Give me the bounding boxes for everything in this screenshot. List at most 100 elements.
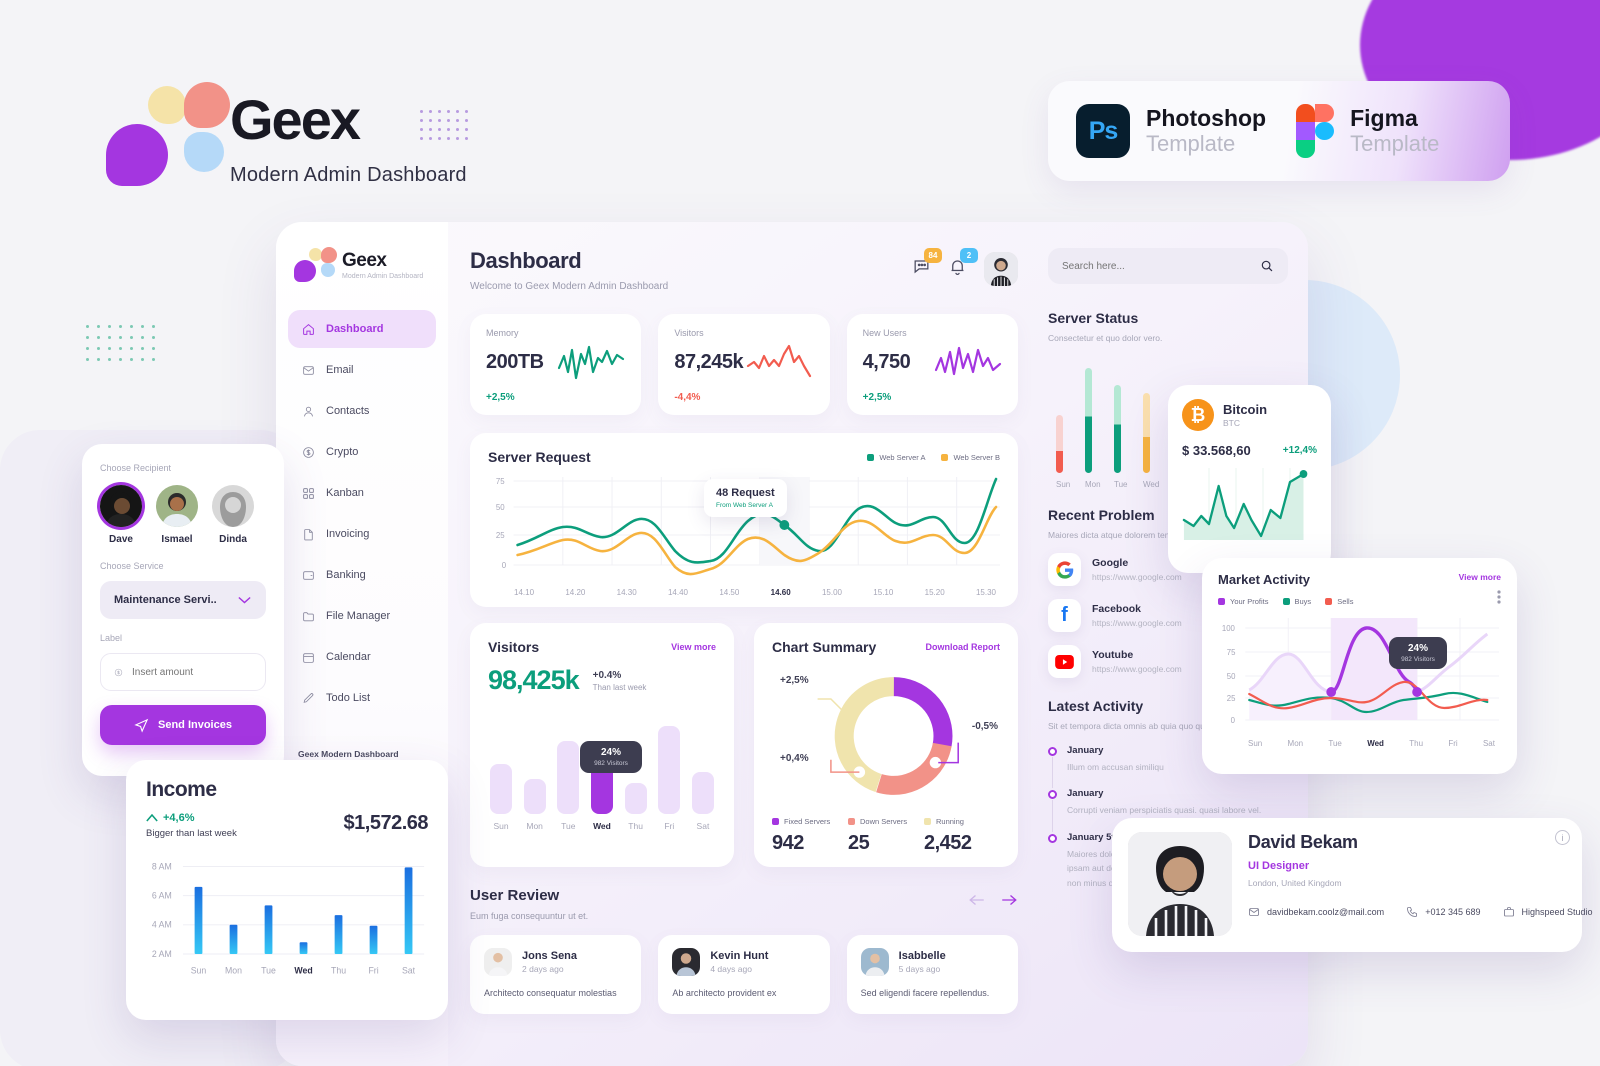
photoshop-template-item[interactable]: Ps Photoshop Template bbox=[1076, 104, 1266, 158]
bar-tue[interactable] bbox=[557, 741, 580, 814]
status-bar-tue[interactable] bbox=[1114, 385, 1121, 473]
server-request-legend: Web Server A Web Server B bbox=[867, 453, 1000, 462]
avatar-image bbox=[984, 252, 1018, 286]
status-bar-wed[interactable] bbox=[1143, 393, 1150, 473]
bar-fri[interactable] bbox=[658, 725, 681, 814]
sidebar-item-crypto[interactable]: Crypto bbox=[288, 433, 436, 471]
page-header: Dashboard Welcome to Geex Modern Admin D… bbox=[470, 248, 1018, 292]
tooltip-percent: 24% bbox=[600, 747, 621, 758]
prev-arrow-icon[interactable] bbox=[968, 893, 986, 907]
sidebar-item-calendar[interactable]: Calendar bbox=[288, 638, 436, 676]
amount-field[interactable] bbox=[100, 653, 266, 691]
stat-card-visitors[interactable]: Visitors 87,245k -4,4% bbox=[658, 314, 830, 415]
recipient-dinda[interactable]: Dinda bbox=[212, 485, 254, 545]
amount-input[interactable] bbox=[132, 666, 252, 678]
review-card[interactable]: Isabbelle 5 days ago Sed eligendi facere… bbox=[846, 935, 1018, 1014]
activity-item[interactable]: January Corrupti veniam perspiciatis qua… bbox=[1048, 788, 1288, 832]
review-avatar bbox=[672, 948, 701, 976]
search-icon[interactable] bbox=[1260, 259, 1274, 273]
income-note: Bigger than last week bbox=[146, 828, 237, 839]
next-arrow-icon[interactable] bbox=[1000, 893, 1018, 907]
sidebar-item-contacts[interactable]: Contacts bbox=[288, 392, 436, 430]
bitcoin-sparkline bbox=[1182, 468, 1308, 540]
recipient-dave[interactable]: Dave bbox=[100, 485, 142, 545]
status-bar-mon[interactable] bbox=[1085, 368, 1092, 473]
svg-text:75: 75 bbox=[1227, 648, 1236, 657]
review-body: Ab architecto provident ex bbox=[672, 988, 777, 998]
legend-item: Buys bbox=[1282, 597, 1311, 606]
phone-icon bbox=[1407, 907, 1418, 917]
figma-icon bbox=[1296, 104, 1335, 158]
sidebar-item-kanban[interactable]: Kanban bbox=[288, 474, 436, 512]
mail-icon bbox=[1249, 908, 1259, 916]
trend-up-icon bbox=[146, 814, 158, 822]
timeline-line bbox=[1052, 757, 1053, 789]
bar-sat[interactable] bbox=[691, 771, 714, 814]
sidebar-brand-name: Geex bbox=[342, 249, 387, 271]
recipient-ismael[interactable]: Ismael bbox=[156, 485, 198, 545]
income-amount: $1,572.68 bbox=[343, 812, 429, 834]
profile-image bbox=[1128, 832, 1232, 936]
market-tooltip: 24% 982 Visitors bbox=[1389, 637, 1447, 669]
x-tick: Sun bbox=[493, 821, 509, 831]
review-card[interactable]: Kevin Hunt 4 days ago Ab architecto prov… bbox=[658, 935, 830, 1014]
market-view-more-link[interactable]: View more bbox=[1459, 572, 1501, 582]
review-card[interactable]: Jons Sena 2 days ago Architecto consequa… bbox=[470, 935, 642, 1014]
sidebar-item-label: Contacts bbox=[326, 405, 370, 417]
profile-email[interactable]: davidbekam.coolz@mail.com bbox=[1248, 906, 1384, 918]
recipient-list: Dave Ismael Dinda bbox=[100, 485, 266, 545]
figma-subtitle: Template bbox=[1350, 131, 1440, 157]
svg-text:75: 75 bbox=[496, 477, 505, 486]
sidebar-item-todo-list[interactable]: Todo List bbox=[288, 679, 436, 717]
stat-card-new-users[interactable]: New Users 4,750 +2,5% bbox=[846, 314, 1018, 415]
info-icon[interactable]: i bbox=[1555, 830, 1570, 845]
bar-sun[interactable] bbox=[490, 764, 512, 814]
sidebar-item-label: Email bbox=[326, 364, 354, 376]
status-bar-sun[interactable] bbox=[1056, 415, 1063, 473]
svg-text:Fri: Fri bbox=[368, 965, 378, 975]
annotation-running: +2,5% bbox=[780, 675, 809, 686]
sidebar-item-email[interactable]: Email bbox=[288, 351, 436, 389]
figma-template-item[interactable]: Figma Template bbox=[1296, 104, 1439, 158]
send-invoices-button[interactable]: Send Invoices bbox=[100, 705, 266, 745]
svg-text:100: 100 bbox=[1222, 624, 1236, 633]
notifications-badge: 2 bbox=[960, 248, 978, 263]
timeline-dot-icon bbox=[1048, 747, 1057, 756]
template-format-bar: Ps Photoshop Template Figma Template bbox=[1048, 81, 1510, 181]
sidebar-item-label: Dashboard bbox=[326, 323, 384, 335]
bar-thu[interactable] bbox=[624, 783, 647, 814]
sidebar-item-banking[interactable]: Banking bbox=[288, 556, 436, 594]
search-bar[interactable] bbox=[1048, 248, 1288, 284]
sidebar-item-invoicing[interactable]: Invoicing bbox=[288, 515, 436, 553]
sidebar-item-file-manager[interactable]: File Manager bbox=[288, 597, 436, 635]
profile-company[interactable]: Highspeed Studio bbox=[1503, 906, 1593, 918]
chart-summary-legend: Fixed Servers 942 Down Servers 25 Runnin… bbox=[772, 817, 1000, 855]
visitors-view-more-link[interactable]: View more bbox=[671, 642, 716, 652]
google-icon bbox=[1048, 553, 1081, 586]
problem-url: https://www.google.com bbox=[1092, 572, 1182, 582]
server-status-subtitle: Consectetur et quo dolor vero. bbox=[1048, 333, 1163, 343]
sidebar-item-label: Calendar bbox=[326, 651, 371, 663]
profile-phone[interactable]: +012 345 689 bbox=[1406, 906, 1481, 918]
search-input[interactable] bbox=[1062, 260, 1212, 272]
sidebar-item-dashboard[interactable]: Dashboard bbox=[288, 310, 436, 348]
sparkline-memory bbox=[558, 345, 625, 380]
user-icon bbox=[304, 406, 313, 416]
messages-button[interactable]: 84 bbox=[912, 248, 942, 281]
problem-name: Facebook bbox=[1092, 603, 1142, 615]
brand-tagline: Modern Admin Dashboard bbox=[230, 164, 467, 186]
profile-phone-value: +012 345 689 bbox=[1425, 907, 1481, 917]
more-options-icon[interactable] bbox=[1497, 589, 1501, 604]
sidebar-brand[interactable]: Geex Modern Admin Dashboard bbox=[276, 247, 448, 282]
sidebar-item-label: Invoicing bbox=[326, 528, 370, 540]
bar-mon[interactable] bbox=[523, 779, 546, 814]
profile-role: UI Designer bbox=[1248, 860, 1310, 872]
server-request-card: Server Request Web Server A Web Server B bbox=[470, 433, 1018, 607]
download-report-link[interactable]: Download Report bbox=[926, 642, 1001, 652]
legend-down-servers: Down Servers 25 bbox=[848, 817, 924, 855]
stat-card-memory[interactable]: Memory 200TB +2,5% bbox=[470, 314, 642, 415]
notifications-button[interactable]: 2 bbox=[948, 248, 978, 281]
server-request-tooltip: 48 Request From Web Server A bbox=[704, 479, 787, 517]
avatar[interactable] bbox=[984, 252, 1018, 286]
service-select[interactable]: Maintenance Servi.. bbox=[100, 581, 266, 619]
